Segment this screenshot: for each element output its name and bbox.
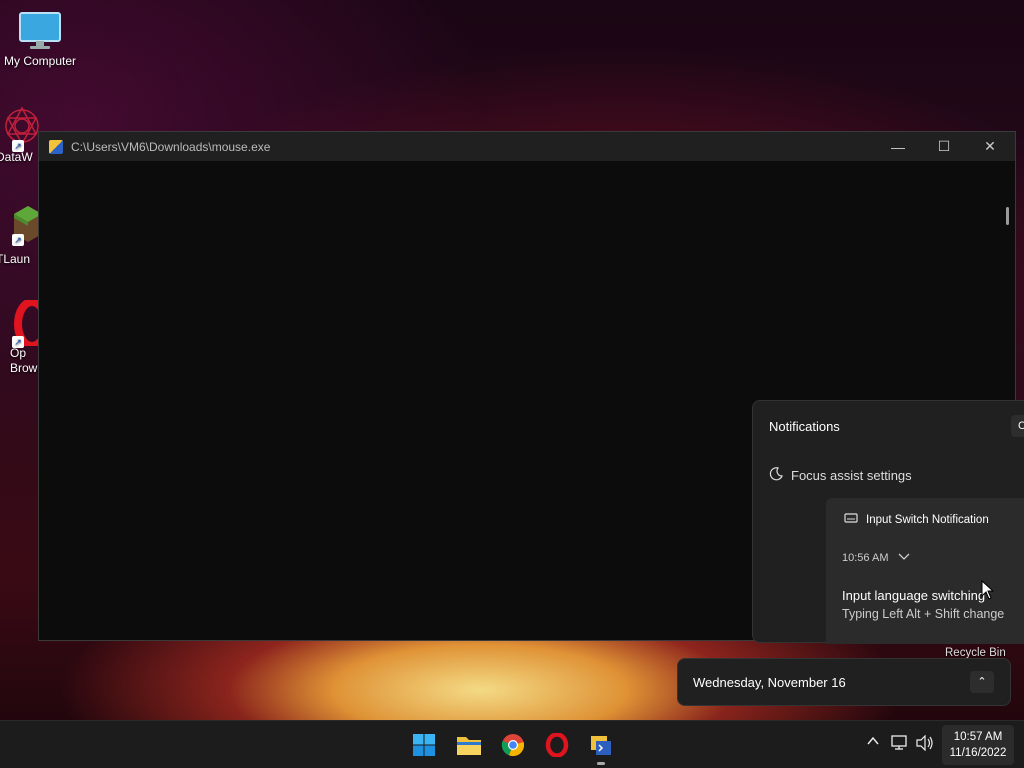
notification-title: Input language switching — [842, 588, 986, 603]
focus-assist-label: Focus assist settings — [791, 468, 912, 483]
notification-time-row[interactable]: 10:56 AM — [842, 552, 910, 564]
console-scrollbar[interactable] — [1006, 207, 1009, 225]
notification-center: Notifications C Focus assist settings In… — [752, 400, 1024, 644]
network-icon[interactable] — [891, 735, 909, 754]
opera-icon: ↗ — [0, 298, 50, 350]
monitor-icon — [18, 10, 62, 54]
console-titlebar[interactable]: C:\Users\VM6\Downloads\mouse.exe — ☐ ✕ — [39, 132, 1015, 161]
calendar-date: Wednesday, November 16 — [693, 675, 846, 690]
shortcut-arrow-icon: ↗ — [12, 336, 24, 348]
volume-icon[interactable] — [916, 734, 934, 754]
close-button[interactable]: ✕ — [967, 132, 1013, 161]
clock-time: 10:57 AM — [953, 731, 1003, 743]
clock-date: 11/16/2022 — [949, 747, 1007, 759]
minimize-button[interactable]: — — [875, 132, 921, 161]
chrome-icon[interactable] — [499, 731, 527, 759]
expand-calendar-button[interactable]: ⌃ — [970, 671, 994, 693]
desktop-icon-label: My Computer — [3, 54, 77, 68]
taskbar: 10:57 AM 11/16/2022 — [0, 720, 1024, 768]
show-hidden-icons-button[interactable] — [866, 734, 880, 751]
focus-assist-settings-link[interactable]: Focus assist settings — [769, 467, 912, 484]
opera-icon[interactable] — [543, 731, 571, 759]
console-app-icon — [49, 139, 63, 154]
grass-block-icon: ↗ — [0, 204, 42, 246]
desktop-icon-my-computer[interactable]: My Computer — [0, 10, 80, 68]
notification-app: Input Switch Notification — [844, 512, 989, 527]
notifications-header: Notifications — [769, 419, 840, 434]
mouse-cursor-icon — [981, 579, 995, 605]
shortcut-arrow-icon: ↗ — [12, 234, 24, 246]
moon-icon — [769, 467, 783, 484]
console-app-icon[interactable] — [587, 731, 615, 759]
dataw-icon: ↗ — [0, 104, 42, 152]
notification-time: 10:56 AM — [842, 552, 889, 564]
start-icon[interactable] — [410, 731, 438, 759]
taskbar-clock[interactable]: 10:57 AM 11/16/2022 — [942, 725, 1014, 765]
maximize-button[interactable]: ☐ — [921, 132, 967, 161]
console-title: C:\Users\VM6\Downloads\mouse.exe — [71, 139, 271, 154]
notification-app-name: Input Switch Notification — [866, 513, 989, 526]
file-explorer-icon[interactable] — [455, 731, 483, 759]
notification-card[interactable]: Input Switch Notification 10:56 AM Input… — [826, 498, 1024, 644]
chevron-down-icon[interactable] — [898, 552, 910, 564]
active-app-indicator — [597, 762, 605, 765]
notification-message: Typing Left Alt + Shift change — [842, 607, 1005, 621]
clear-all-button[interactable]: C — [1011, 415, 1024, 437]
keyboard-icon — [844, 512, 858, 527]
calendar-flyout: Wednesday, November 16 ⌃ — [677, 658, 1011, 706]
shortcut-arrow-icon: ↗ — [12, 140, 24, 152]
